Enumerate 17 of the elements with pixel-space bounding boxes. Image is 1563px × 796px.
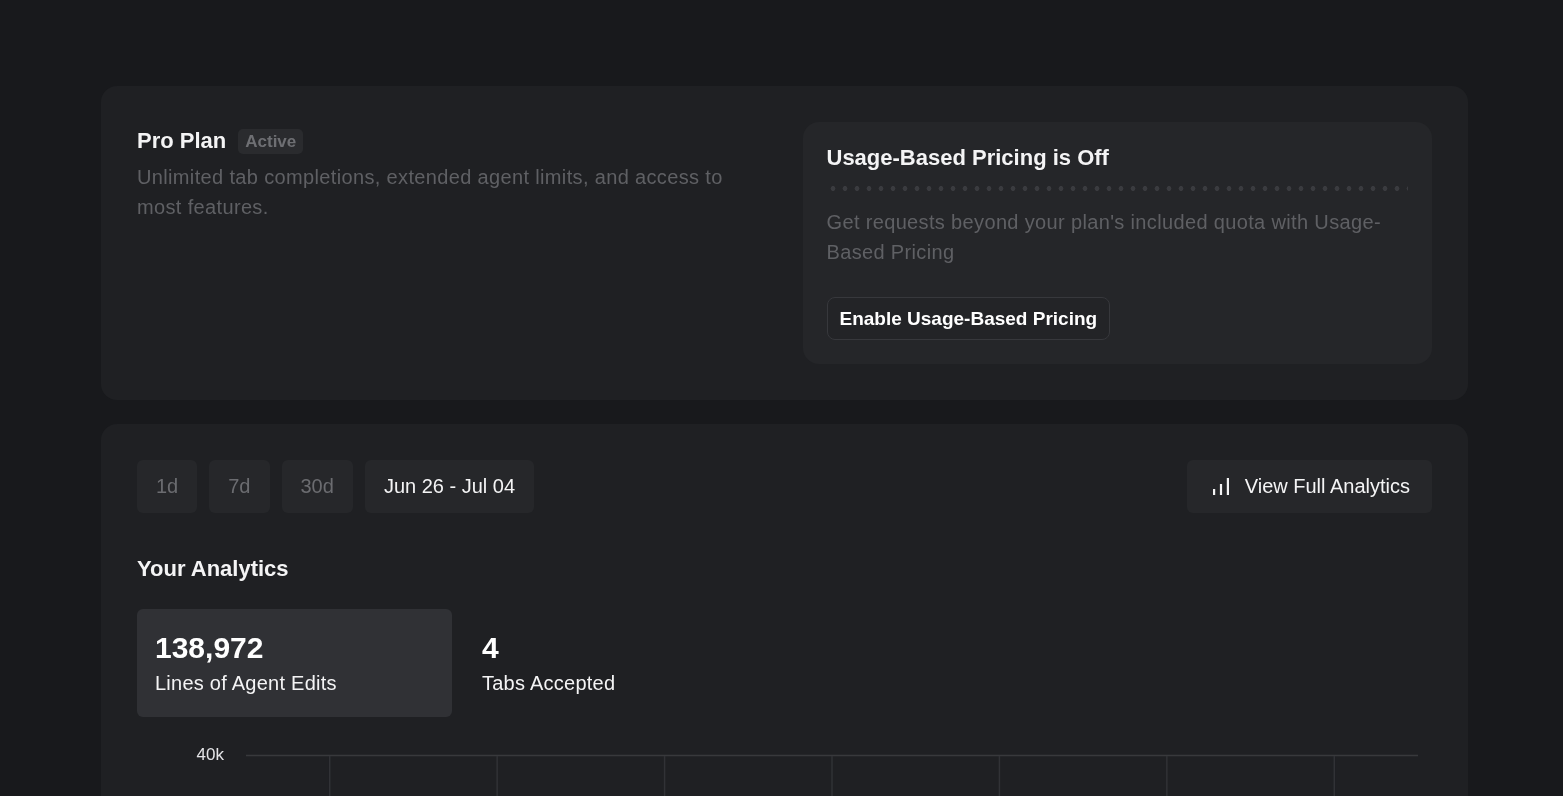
plan-title: Pro Plan bbox=[137, 127, 227, 155]
stat-value: 138,972 bbox=[155, 631, 265, 665]
status-badge: Active bbox=[238, 128, 304, 154]
view-analytics-button[interactable]: View Full Analytics bbox=[1186, 460, 1432, 513]
plan-description: Unlimited tab completions, extended agent limits, and access to most features. bbox=[137, 165, 724, 220]
usage-pricing-title: Usage-Based Pricing is Off bbox=[826, 146, 1110, 170]
axis-label: 40k bbox=[195, 745, 224, 765]
stat-card[interactable]: 138,972 Lines of Agent Edits bbox=[137, 609, 452, 717]
stat-label: Tabs Accepted bbox=[482, 671, 617, 696]
range-tab[interactable]: Jun 26 - Jul 04 bbox=[364, 460, 535, 513]
bar-chart-icon bbox=[1212, 478, 1229, 495]
enable-pricing-button[interactable]: Enable Usage-Based Pricing bbox=[826, 297, 1111, 340]
stat-card[interactable]: 4 Tabs Accepted bbox=[464, 609, 779, 717]
stat-label: Lines of Agent Edits bbox=[155, 671, 338, 696]
analytics-title: Your Analytics bbox=[137, 557, 290, 581]
usage-pricing-description: Get requests beyond your plan's included quota with Usage-Based Pricing bbox=[826, 210, 1382, 265]
stat-value: 4 bbox=[482, 631, 500, 665]
